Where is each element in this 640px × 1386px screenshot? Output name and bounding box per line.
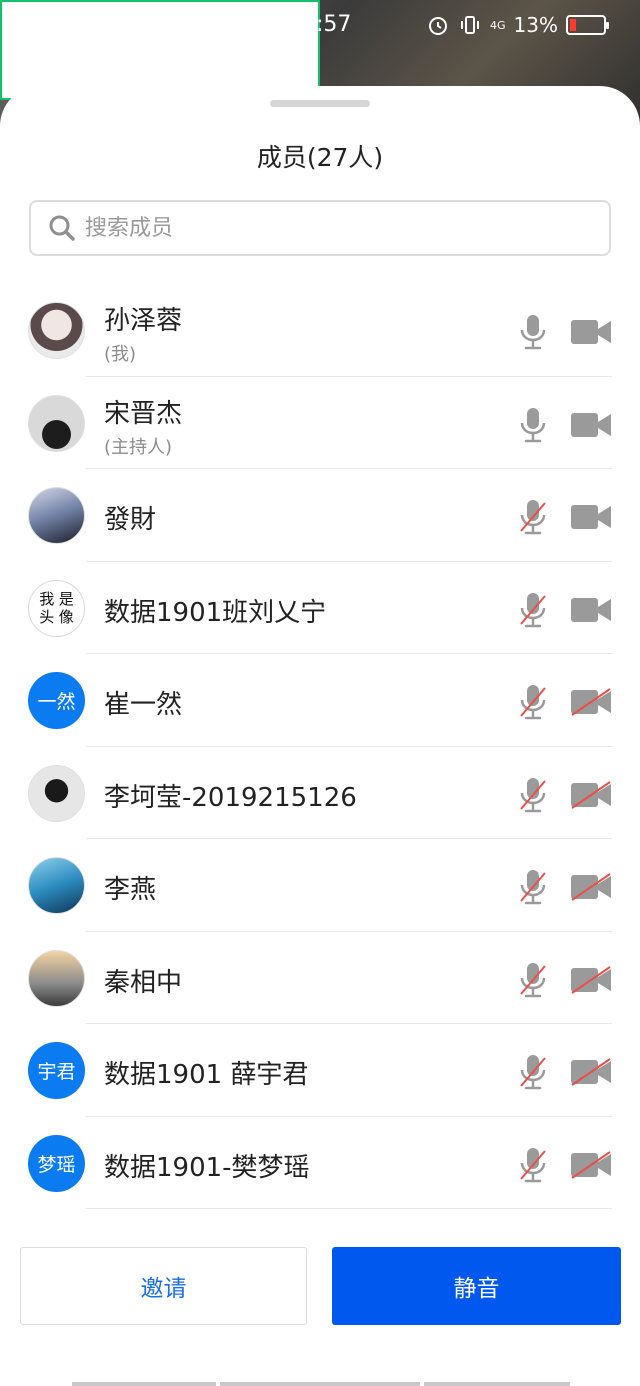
avatar: [28, 394, 85, 452]
search-icon: [49, 215, 75, 241]
video-thumbnail[interactable]: [0, 0, 320, 100]
microphone-off-icon[interactable]: [518, 962, 548, 998]
sheet-title: 成员(27人): [256, 143, 384, 172]
avatar: [28, 764, 85, 822]
avatar-char: 像: [58, 608, 74, 626]
member-name: 数据1901-樊梦瑶: [104, 1152, 310, 1183]
camera-off-icon[interactable]: [570, 965, 612, 994]
members-sheet: 成员(27人) 孙泽蓉 (我) 宋晋杰 (主持人): [0, 86, 640, 1386]
status-bar-right: 4G 13%: [426, 10, 609, 40]
microphone-off-icon[interactable]: [518, 592, 548, 628]
member-row[interactable]: 梦瑶 数据1901-樊梦瑶: [0, 1117, 640, 1209]
camera-off-icon[interactable]: [570, 1058, 612, 1086]
member-row[interactable]: 孙泽蓉 (我): [0, 284, 640, 377]
member-row[interactable]: 宋晋杰 (主持人): [0, 377, 640, 469]
member-row[interactable]: 發財: [0, 469, 640, 562]
member-row[interactable]: 李坷莹-2019215126: [0, 747, 640, 839]
battery-percent: 13%: [513, 13, 558, 37]
member-row[interactable]: 我是头像 数据1901班刘乂宁: [0, 562, 640, 654]
battery-icon: [566, 15, 609, 35]
microphone-off-icon[interactable]: [518, 499, 548, 535]
member-name: 孙泽蓉: [104, 306, 183, 336]
avatar: 一然: [28, 672, 85, 729]
camera-on-icon[interactable]: [570, 596, 612, 624]
member-row[interactable]: 秦相中: [0, 932, 640, 1024]
avatar: [28, 487, 85, 544]
search-input[interactable]: [85, 215, 565, 241]
camera-off-icon[interactable]: [570, 1150, 612, 1179]
avatar: [28, 949, 85, 1007]
avatar: 梦瑶: [28, 1134, 85, 1192]
mute-all-button[interactable]: 静音: [332, 1247, 621, 1325]
status-time: :57: [316, 12, 352, 37]
microphone-off-icon[interactable]: [518, 1054, 548, 1090]
member-list: 孙泽蓉 (我) 宋晋杰 (主持人) 發財 我 是 头 像 数据1901班刘乂宁 …: [0, 284, 640, 1209]
camera-on-icon[interactable]: [570, 503, 612, 531]
avatar-initials: 一然: [37, 691, 76, 713]
member-name: 李燕: [104, 875, 157, 905]
member-name: 数据1901 薛宇君: [104, 1060, 309, 1090]
home-indicator: [72, 1382, 570, 1386]
camera-off-icon[interactable]: [570, 780, 612, 809]
camera-on-icon[interactable]: [570, 411, 612, 439]
avatar-char: 头: [39, 608, 55, 626]
camera-off-icon[interactable]: [570, 873, 612, 901]
avatar-char: 是: [58, 589, 74, 608]
avatar-initials: 宇君: [37, 1061, 76, 1083]
invite-button[interactable]: 邀请: [20, 1247, 307, 1325]
member-role-tag: (我): [104, 344, 137, 365]
avatar-char: 我: [39, 589, 55, 608]
member-name: 崔一然: [104, 690, 183, 720]
network-label: 4G: [490, 18, 506, 32]
avatar: [28, 857, 85, 914]
avatar: 宇君: [28, 1042, 85, 1099]
member-row[interactable]: 一然 崔一然: [0, 654, 640, 747]
microphone-off-icon[interactable]: [518, 869, 548, 905]
row-divider: [86, 1208, 612, 1209]
search-box[interactable]: [29, 200, 611, 256]
member-row[interactable]: 李燕: [0, 839, 640, 932]
member-name: 發財: [104, 505, 157, 535]
microphone-off-icon[interactable]: [518, 684, 548, 720]
avatar: 我是头像: [28, 579, 85, 637]
alarm-icon: [429, 17, 448, 35]
member-name: 秦相中: [104, 967, 183, 998]
microphone-off-icon[interactable]: [518, 1147, 548, 1183]
avatar: [28, 302, 85, 359]
sheet-grabber[interactable]: [270, 100, 370, 107]
camera-on-icon[interactable]: [570, 318, 612, 346]
member-name: 宋晋杰: [104, 398, 183, 429]
member-role-tag: (主持人): [104, 436, 173, 458]
camera-off-icon[interactable]: [570, 688, 612, 716]
vibrate-icon: [461, 16, 480, 34]
member-name: 数据1901班刘乂宁: [104, 597, 327, 628]
avatar-initials: 梦瑶: [37, 1153, 76, 1176]
microphone-on-icon[interactable]: [518, 407, 548, 443]
microphone-off-icon[interactable]: [518, 777, 548, 813]
member-row[interactable]: 宇君 数据1901 薛宇君: [0, 1024, 640, 1117]
microphone-on-icon[interactable]: [518, 314, 548, 350]
member-name: 李坷莹-2019215126: [104, 782, 357, 813]
